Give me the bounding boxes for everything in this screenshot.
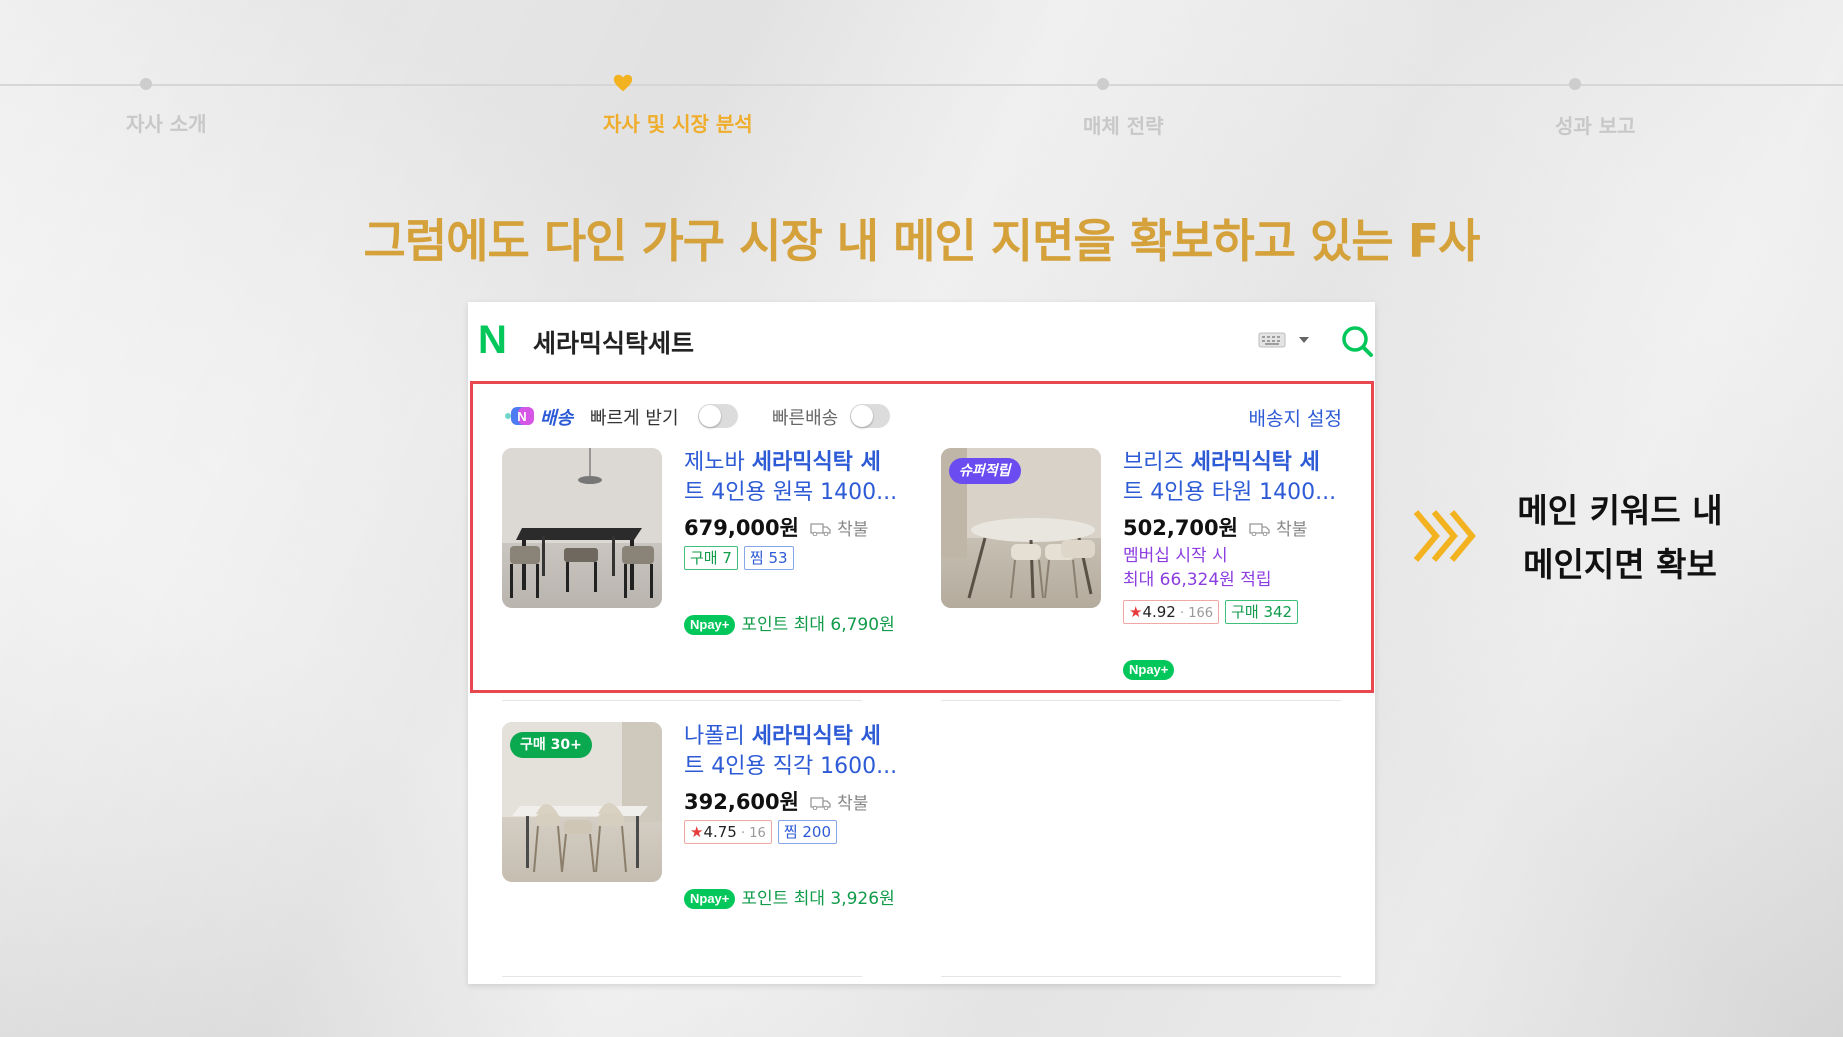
product-price: 679,000원: [684, 516, 799, 540]
fast-delivery-label: 빠른배송: [772, 408, 839, 429]
npay-icon: Npay+: [684, 615, 736, 635]
npay-icon: Npay+: [684, 889, 736, 909]
shipping-address-link[interactable]: 배송지 설정: [1249, 404, 1342, 431]
step-dot: [1097, 78, 1109, 90]
super-point-badge: 슈퍼적립: [949, 458, 1021, 484]
purchase-count-tag: 구매 7: [684, 546, 738, 570]
chevron-right-icon: [1413, 510, 1476, 562]
nav-step-label: 자사 및 시장 분석: [603, 112, 753, 136]
star-icon: ★: [1129, 603, 1143, 621]
progress-line: [0, 84, 1843, 86]
product-card[interactable]: 구매 30+ 나폴리 세라믹식탁 세트 4인용 직각 1600... 392,6…: [502, 722, 922, 942]
fast-delivery-toggle[interactable]: [850, 404, 890, 428]
product-tags: ★4.92 · 166 구매 342: [1123, 600, 1304, 624]
purchase-badge: 구매 30+: [510, 732, 592, 758]
product-card[interactable]: 슈퍼적립 브리즈 세라믹식탁 세트 4인용 타원 1400... 502,700…: [941, 448, 1361, 680]
truck-icon: [810, 797, 831, 810]
membership-benefit: 멤버십 시작 시 최대 66,324원 적립: [1123, 546, 1272, 590]
shipping-fee: 착불: [837, 794, 869, 814]
row-divider: [941, 976, 1341, 977]
product-tags: 구매 7찜 53: [684, 546, 800, 570]
callout-text: 메인 키워드 내 메인지면 확보: [1500, 484, 1740, 592]
purchase-count-tag: 구매 342: [1225, 600, 1299, 624]
keyboard-icon[interactable]: [1258, 332, 1286, 348]
callout-line-2: 메인지면 확보: [1523, 545, 1717, 584]
wishlist-count-tag: 찜 200: [777, 820, 838, 844]
search-result-panel: N 세라믹식탁세트 N 배송 빠르게 받기 빠른배송 배송지 설정 제노바 세라…: [468, 302, 1375, 984]
product-image[interactable]: 슈퍼적립: [941, 448, 1101, 608]
price-row: 679,000원 착불: [684, 512, 868, 542]
product-image[interactable]: 구매 30+: [502, 722, 662, 882]
fast-receive-label: 빠르게 받기: [590, 408, 679, 429]
product-card[interactable]: 제노바 세라믹식탁 세트 4인용 원목 1400... 679,000원 착불 …: [502, 448, 922, 668]
price-row: 502,700원 착불: [1123, 512, 1307, 542]
npay-points: 포인트 최대 3,926원: [741, 889, 895, 909]
search-icon[interactable]: [1340, 324, 1374, 358]
fast-receive-toggle[interactable]: [698, 404, 738, 428]
truck-icon: [810, 523, 831, 536]
npay-benefit: Npay+ 포인트 최대 6,790원: [684, 610, 895, 635]
dining-table-illustration: [502, 448, 662, 598]
row-divider: [502, 700, 862, 701]
star-icon: ★: [690, 823, 704, 841]
n-delivery-badge-icon: N: [505, 407, 534, 425]
rating-tag: ★4.92 · 166: [1123, 600, 1220, 624]
page-title: 그럼에도 다인 가구 시장 내 메인 지면을 확보하고 있는 F사: [363, 214, 1481, 268]
price-row: 392,600원 착불: [684, 786, 868, 816]
npay-benefit: Npay+: [1123, 660, 1175, 680]
row-divider: [502, 976, 862, 977]
product-image[interactable]: [502, 448, 662, 608]
shipping-fee: 착불: [1276, 520, 1308, 540]
svg-text:N: N: [517, 409, 526, 424]
product-tags: ★4.75 · 16 찜 200: [684, 820, 843, 844]
callout-line-1: 메인 키워드 내: [1517, 491, 1723, 530]
search-bar: N 세라믹식탁세트: [468, 302, 1375, 378]
progress-nav: 자사 소개 자사 및 시장 분석 매체 전략 성과 보고: [0, 0, 1843, 140]
product-title[interactable]: 나폴리 세라믹식탁 세트 4인용 직각 1600...: [684, 722, 914, 782]
nav-step-label: 성과 보고: [1555, 114, 1636, 138]
rating-tag: ★4.75 · 16: [684, 820, 772, 844]
step-dot: [140, 78, 152, 90]
delivery-filters: N 배송 빠르게 받기 빠른배송 배송지 설정: [502, 402, 1342, 432]
row-divider: [941, 700, 1341, 701]
npay-points: 포인트 최대 6,790원: [741, 615, 895, 635]
truck-icon: [1249, 523, 1270, 536]
wishlist-count-tag: 찜 53: [743, 546, 794, 570]
npay-icon: Npay+: [1123, 660, 1175, 680]
shipping-fee: 착불: [837, 520, 869, 540]
product-title[interactable]: 브리즈 세라믹식탁 세트 4인용 타원 1400...: [1123, 448, 1353, 508]
product-price: 502,700원: [1123, 516, 1238, 540]
npay-benefit: Npay+ 포인트 최대 3,926원: [684, 884, 895, 909]
product-price: 392,600원: [684, 790, 799, 814]
search-query[interactable]: 세라믹식탁세트: [533, 324, 694, 360]
product-title[interactable]: 제노바 세라믹식탁 세트 4인용 원목 1400...: [684, 448, 914, 508]
naver-logo[interactable]: N: [478, 320, 507, 360]
nav-step-label: 매체 전략: [1083, 114, 1164, 138]
chevron-down-icon[interactable]: [1298, 335, 1310, 345]
heart-icon: [613, 74, 633, 92]
step-dot: [1569, 78, 1581, 90]
delivery-badge-label: 배송: [540, 408, 574, 429]
nav-step-label: 자사 소개: [126, 112, 207, 136]
